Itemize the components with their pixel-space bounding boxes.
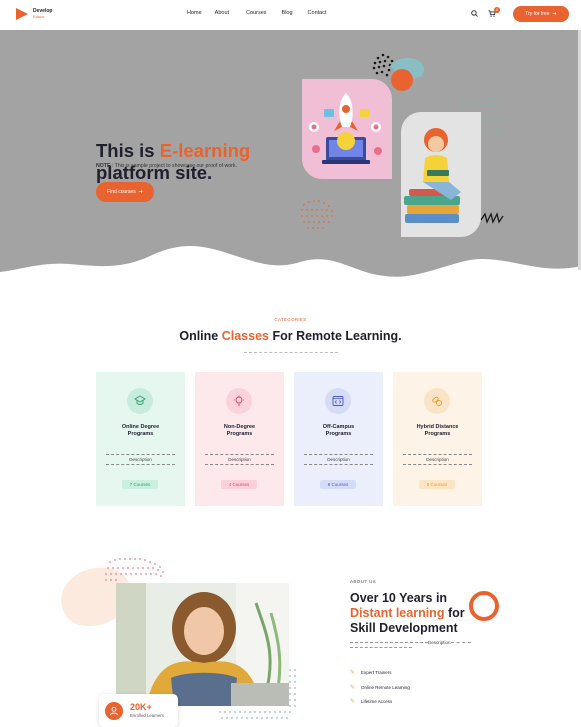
categories-title: Online Classes For Remote Learning. [0, 329, 581, 343]
categories-title-part1: Online [179, 329, 222, 343]
about-title-line2-rest: for [444, 606, 465, 620]
category-card-hybrid-distance[interactable]: Hybrid Distance Programs Description 8 Co… [393, 372, 482, 506]
nav-blog[interactable]: Blog [282, 10, 293, 16]
user-icon [105, 702, 123, 720]
pencil-icon: ✎ [350, 685, 356, 691]
hero-note-text: : This is sample project to showcase our… [110, 163, 237, 169]
rocket-illustration [302, 79, 392, 179]
hero-note-label: NOTE [96, 163, 111, 169]
course-count-badge: 8 Courses [320, 480, 356, 489]
enrolled-learners-card: 20K+ Enrolled Learners [99, 694, 178, 727]
card-title: Off-Campus Programs [322, 424, 355, 437]
pills-icon [424, 388, 450, 414]
lightbulb-icon [226, 388, 252, 414]
nav-contact[interactable]: Contact [308, 10, 327, 16]
graduation-icon [127, 388, 153, 414]
main-nav: Home About Courses Blog Contact [187, 10, 327, 16]
try-for-free-button[interactable]: Try for free ➜ [513, 6, 569, 22]
pencil-icon: ✎ [350, 699, 356, 705]
hero-section: This is E-learning platform site. NOTE :… [0, 30, 581, 280]
card-description: Description [106, 454, 175, 465]
search-icon[interactable] [471, 10, 478, 17]
feature-item: ✎ Lifetime Access [350, 699, 393, 705]
about-decorations [61, 558, 499, 719]
arrow-right-icon: ➜ [552, 11, 557, 17]
find-courses-button[interactable]: Find courses ➜ [96, 182, 154, 202]
about-title-accent: Distant learning [350, 606, 445, 620]
hero-title-accent: E-learning [159, 140, 251, 161]
title-divider [244, 352, 338, 353]
category-card-non-degree[interactable]: Non-Degree Programs Description 4 Courses [195, 372, 284, 506]
categories-title-part2: For Remote Learning. [268, 329, 402, 343]
hero-title: This is E-learning platform site. [96, 140, 296, 184]
about-description: Description [350, 640, 480, 650]
categories-title-accent: Classes [221, 329, 269, 343]
card-title: Hybrid Distance Programs [416, 424, 459, 437]
find-courses-label: Find courses [107, 189, 136, 195]
hero-note: NOTE : This is sample project to showcas… [96, 163, 237, 169]
about-eyebrow: ABOUT US [350, 579, 377, 584]
card-title: Non-Degree Programs [223, 424, 256, 437]
category-card-off-campus[interactable]: Off-Campus Programs Description 8 Courses [294, 372, 383, 506]
about-title-line1: Over 10 Years in [350, 591, 448, 605]
card-description: Description [403, 454, 472, 465]
card-description: Description [205, 454, 274, 465]
nav-about[interactable]: About [215, 10, 229, 16]
enrolled-count: 20K+ [130, 702, 152, 712]
course-count-badge: 8 Courses [419, 480, 455, 489]
cart-count-badge: 0 [494, 7, 500, 13]
nav-courses[interactable]: Courses [246, 10, 266, 16]
nav-home[interactable]: Home [187, 10, 202, 16]
logo[interactable]: Develop Educo [16, 8, 52, 20]
site-header: Develop Educo Home About Courses Blog Co… [0, 0, 581, 30]
student-reading-illustration [401, 112, 481, 237]
about-title: Over 10 Years in Distant learning for Sk… [350, 591, 490, 636]
hero-title-part1: This is [96, 140, 160, 161]
course-count-badge: 7 Courses [122, 480, 158, 489]
pencil-icon: ✎ [350, 670, 356, 676]
feature-item: ✎ Expert Trainers [350, 670, 392, 676]
feature-item: ✎ Online Remote Learning [350, 685, 410, 691]
about-title-line3: Skill Development [350, 621, 458, 635]
enrolled-label: Enrolled Learners [130, 713, 164, 718]
arrow-right-icon: ➜ [138, 189, 143, 195]
student-photo [116, 583, 289, 706]
logo-subtext: Educo [33, 14, 45, 19]
course-count-badge: 4 Courses [221, 480, 257, 489]
logo-icon [16, 8, 30, 20]
category-card-online-degree[interactable]: Online Degree Programs Description 7 Cour… [96, 372, 185, 506]
card-description: Description [304, 454, 373, 465]
try-for-free-label: Try for free [525, 11, 550, 17]
categories-eyebrow: CATEGORIES [274, 317, 307, 322]
code-window-icon [325, 388, 351, 414]
category-cards: Online Degree Programs Description 7 Cour… [96, 372, 482, 506]
card-title: Online Degree Programs [121, 424, 160, 437]
